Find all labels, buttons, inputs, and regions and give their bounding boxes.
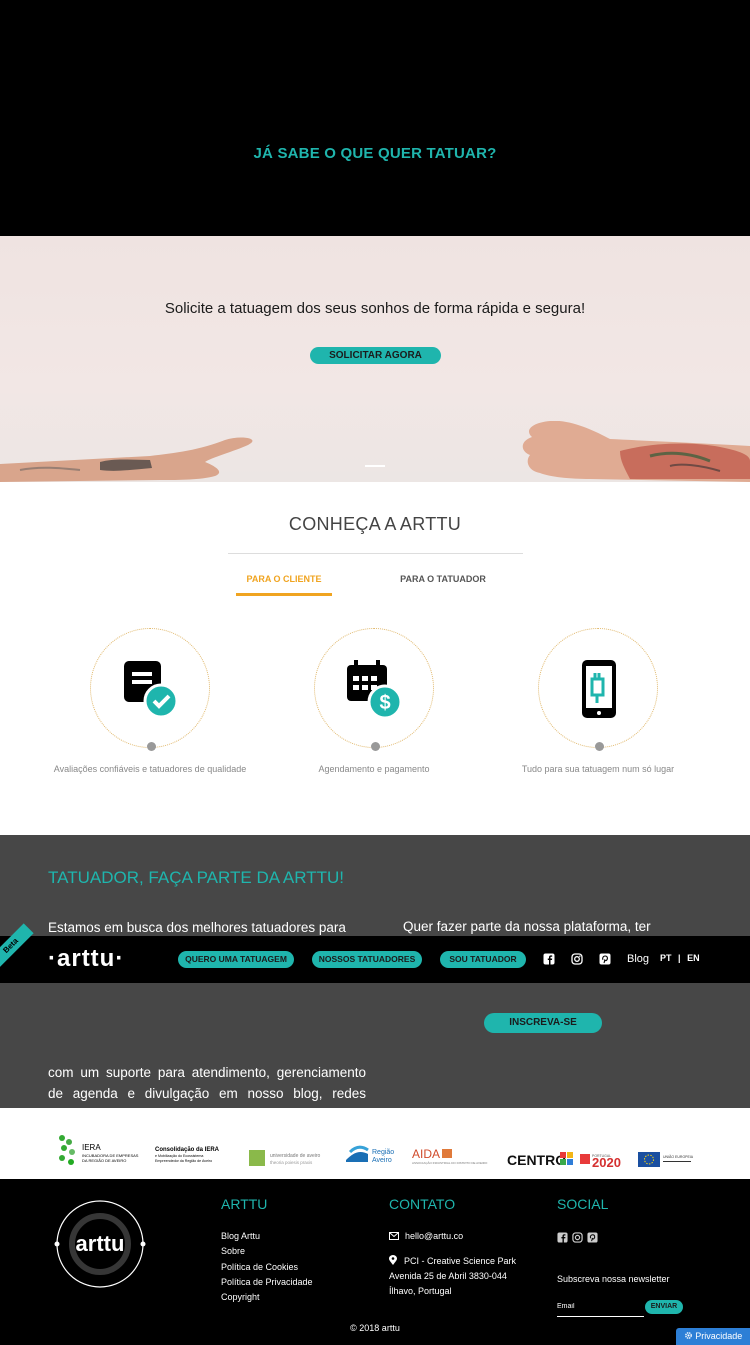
svg-text:CENTRO: CENTRO	[507, 1152, 566, 1168]
facebook-icon[interactable]	[557, 1232, 568, 1243]
newsletter-label: Subscreva nossa newsletter	[557, 1274, 670, 1284]
contact-email[interactable]: hello@arttu.co	[389, 1229, 516, 1244]
feature-circle	[538, 628, 658, 751]
svg-text:e Mobilização do Ecossistema: e Mobilização do Ecossistema	[155, 1154, 203, 1158]
svg-text:DA REGIÃO DE AVEIRO: DA REGIÃO DE AVEIRO	[82, 1158, 126, 1163]
review-check-icon	[124, 661, 179, 719]
tattooed-arm-right-image	[522, 421, 750, 482]
partner-logo-portugal2020: PORTUGAL 2020	[580, 1150, 632, 1170]
nav-our-tattooers-button[interactable]: NOSSOS TATUADORES	[312, 951, 422, 968]
footer-contact-title: CONTATO	[389, 1196, 456, 1212]
newsletter-email-input[interactable]	[557, 1297, 644, 1317]
tattooed-arm-left-image	[0, 437, 253, 482]
divider	[228, 553, 523, 554]
subscribe-button[interactable]: INSCREVA-SE	[484, 1013, 602, 1033]
svg-text:AIDA: AIDA	[412, 1147, 440, 1161]
copyright-text: © 2018 arttu	[350, 1323, 400, 1333]
footer-arttu-title: ARTTU	[221, 1196, 268, 1212]
phone-tattoo-machine-icon	[582, 660, 616, 718]
question-section: JÁ SABE O QUE QUER TATUAR?	[0, 0, 750, 236]
map-pin-icon	[389, 1255, 397, 1265]
carousel-indicator[interactable]	[365, 465, 385, 467]
nav-want-tattoo-button[interactable]: QUERO UMA TATUAGEM	[178, 951, 294, 968]
footer-social-title: SOCIAL	[557, 1196, 609, 1212]
instagram-icon[interactable]	[572, 1232, 583, 1243]
request-now-button[interactable]: SOLICITAR AGORA	[310, 347, 441, 364]
about-section: CONHEÇA A ARTTU PARA O CLIENTE PARA O TA…	[0, 482, 750, 835]
feature-circle: $	[314, 628, 434, 751]
partner-logo-aida: AIDA ASSOCIAÇÃO INDUSTRIAL DO DISTRITO D…	[412, 1144, 494, 1168]
footer-link-cookies[interactable]: Política de Cookies	[221, 1260, 313, 1275]
svg-text:theoria poiesis praxis: theoria poiesis praxis	[270, 1160, 313, 1165]
footer: arttu ARTTU Blog Arttu Sobre Política de…	[0, 1179, 750, 1345]
gear-icon	[684, 1332, 692, 1339]
active-tab-indicator	[236, 593, 332, 596]
pinterest-icon[interactable]	[587, 1232, 598, 1243]
feature-reviews: Avaliações confiáveis e tatuadores de qu…	[50, 628, 250, 774]
lang-separator: |	[678, 953, 681, 963]
partner-logo-ua: universidade de aveiro theoria poiesis p…	[249, 1148, 333, 1170]
feature-circle	[90, 628, 210, 751]
svg-text:IERA: IERA	[82, 1143, 101, 1152]
tattooer-title: TATUADOR, FAÇA PARTE DA ARTTU!	[48, 868, 344, 887]
footer-links: Blog Arttu Sobre Política de Cookies Pol…	[221, 1229, 313, 1305]
feature-caption: Agendamento e pagamento	[318, 764, 430, 774]
feature-dot	[595, 742, 604, 751]
svg-text:UNIÃO EUROPEIA: UNIÃO EUROPEIA	[663, 1154, 694, 1159]
tab-tattooer[interactable]: PARA O TATUADOR	[395, 574, 491, 584]
partner-logo-eu: UNIÃO EUROPEIA	[638, 1150, 694, 1168]
question-heading: JÁ SABE O QUE QUER TATUAR?	[253, 145, 497, 162]
feature-dot	[371, 742, 380, 751]
nav-im-tattooer-button[interactable]: SOU TATUADOR	[440, 951, 526, 968]
lang-pt[interactable]: PT	[660, 953, 672, 963]
tattooer-invite-text: Quer fazer parte da nossa plataforma, te…	[403, 919, 651, 934]
contact-address: PCI - Creative Science Park Avenida 25 d…	[389, 1255, 517, 1296]
envelope-icon	[389, 1232, 399, 1240]
privacy-button[interactable]: Privacidade	[676, 1328, 750, 1345]
footer-link-about[interactable]: Sobre	[221, 1244, 313, 1259]
feature-dot	[147, 742, 156, 751]
partners-strip: IERA INCUBADORA DE EMPRESAS DA REGIÃO DE…	[0, 1108, 750, 1179]
feature-caption: Tudo para sua tatuagem num só lugar	[521, 764, 675, 774]
facebook-icon[interactable]	[543, 953, 555, 965]
footer-link-copyright[interactable]: Copyright	[221, 1290, 313, 1305]
hero-banner: Solicite a tatuagem dos seus sonhos de f…	[0, 236, 750, 482]
svg-text:universidade de aveiro: universidade de aveiro	[270, 1153, 321, 1159]
footer-contact: hello@arttu.co PCI - Creative Science Pa…	[389, 1229, 516, 1299]
partner-logo-iera: IERA INCUBADORA DE EMPRESAS DA REGIÃO DE…	[56, 1132, 146, 1168]
svg-text:$: $	[379, 692, 390, 714]
svg-text:arttu: arttu	[76, 1231, 125, 1256]
language-switcher: PT | EN	[660, 953, 700, 963]
footer-link-blog[interactable]: Blog Arttu	[221, 1229, 313, 1244]
nav-blog-link[interactable]: Blog	[627, 953, 649, 965]
arttu-footer-logo[interactable]: arttu	[53, 1199, 147, 1289]
calendar-payment-icon: $	[347, 660, 403, 719]
svg-text:Região: Região	[372, 1149, 394, 1156]
footer-link-privacy[interactable]: Política de Privacidade	[221, 1275, 313, 1290]
partner-logo-consolidacao-iera: Consolidação da IERA e Mobilização do Ec…	[155, 1144, 237, 1168]
about-title: CONHEÇA A ARTTU	[288, 514, 462, 534]
svg-text:Aveiro: Aveiro	[372, 1157, 392, 1164]
newsletter-send-button[interactable]: ENVIAR	[645, 1300, 683, 1314]
instagram-icon[interactable]	[571, 953, 583, 965]
feature-caption: Avaliações confiáveis e tatuadores de qu…	[53, 764, 247, 774]
svg-text:Empreendedor da Região de Avei: Empreendedor da Região de Aveiro	[155, 1159, 212, 1163]
partner-logo-regiao-aveiro: Região Aveiro	[346, 1142, 402, 1168]
feature-all-in-one: Tudo para sua tatuagem num só lugar	[498, 628, 698, 774]
svg-text:2020: 2020	[592, 1155, 621, 1168]
lang-en[interactable]: EN	[687, 953, 700, 963]
top-navbar: Beta ·arttu· QUERO UMA TATUAGEM NOSSOS T…	[0, 923, 750, 983]
arttu-logo[interactable]: ·arttu·	[48, 945, 124, 973]
tab-client[interactable]: PARA O CLIENTE	[236, 574, 332, 584]
partner-logo-centro2020: CENTRO	[507, 1150, 575, 1168]
hero-tagline: Solicite a tatuagem dos seus sonhos de f…	[164, 300, 586, 317]
svg-text:Consolidação da IERA: Consolidação da IERA	[155, 1147, 220, 1153]
svg-text:ASSOCIAÇÃO INDUSTRIAL DO DISTR: ASSOCIAÇÃO INDUSTRIAL DO DISTRITO DE AVE…	[412, 1160, 488, 1165]
feature-scheduling: $ Agendamento e pagamento	[274, 628, 474, 774]
pinterest-icon[interactable]	[599, 953, 611, 965]
